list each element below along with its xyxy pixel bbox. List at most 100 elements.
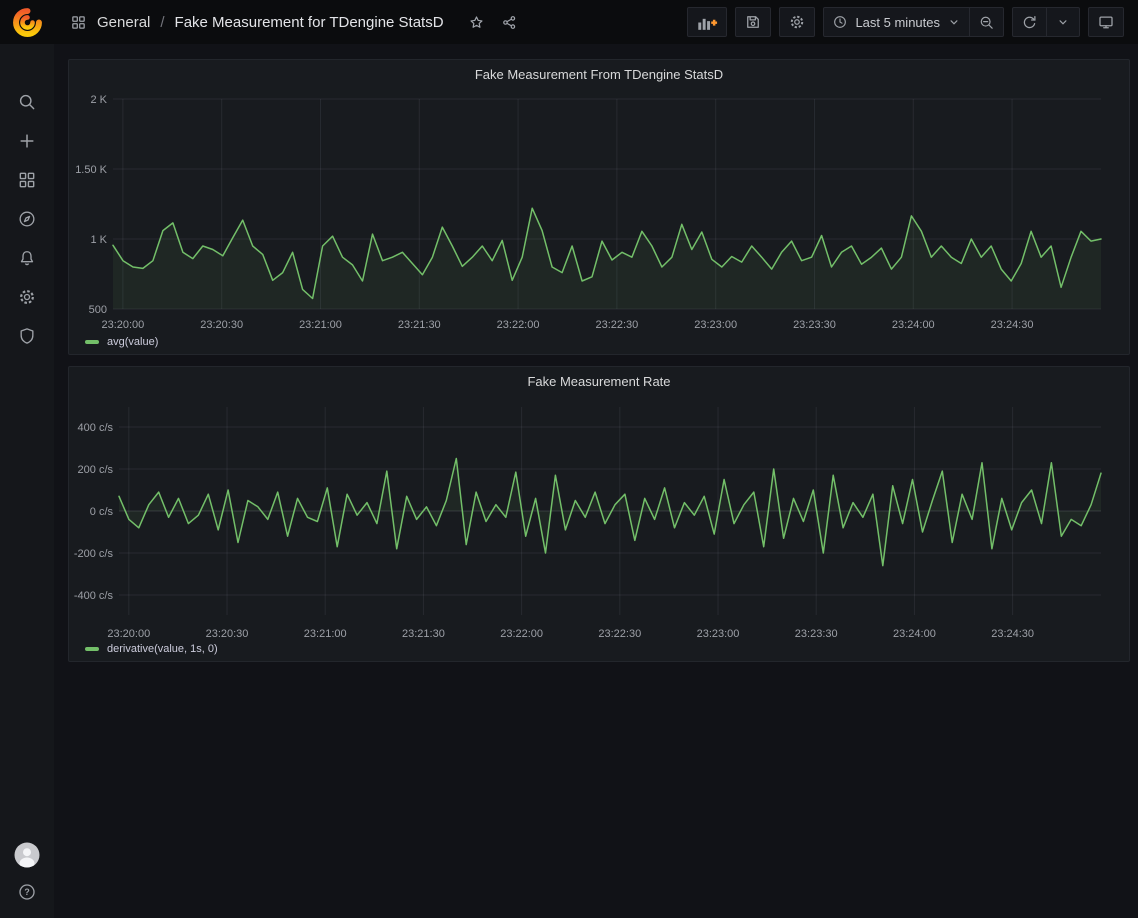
legend-label: avg(value) [107,336,158,348]
svg-text:23:21:30: 23:21:30 [402,628,445,640]
time-picker-button[interactable]: Last 5 minutes [823,7,970,37]
svg-text:23:24:00: 23:24:00 [893,628,936,640]
top-nav-bar: General / Fake Measurement for TDengine … [0,0,1138,44]
grafana-app: General / Fake Measurement for TDengine … [0,0,1138,918]
refresh-interval-dropdown[interactable] [1046,7,1080,37]
star-icon [468,14,485,31]
plus-icon [17,131,37,151]
svg-text:23:21:00: 23:21:00 [299,319,342,331]
sidebar-item-explore[interactable] [7,209,47,229]
svg-text:23:20:00: 23:20:00 [107,628,150,640]
time-series-chart[interactable]: 23:20:00 23:20:30 23:21:00 23:21:30 23:22:00… [69,395,1129,643]
side-menu: ? [0,44,54,918]
svg-text:23:23:00: 23:23:00 [694,319,737,331]
add-panel-icon [696,13,718,32]
svg-text:-200 c/s: -200 c/s [74,548,114,560]
dashboards-grid-icon [70,14,87,31]
clock-icon [832,14,848,30]
svg-text:23:24:00: 23:24:00 [892,319,935,331]
panel-fake-measurement-from-tdengine-statsd: Fake Measurement From TDengine StatsD 23… [68,59,1130,355]
explore-compass-icon [17,209,37,229]
dashboard-settings-button[interactable] [779,7,815,37]
legend: derivative(value, 1s, 0) [85,643,218,655]
series-color-swatch [85,340,99,344]
breadcrumb-separator: / [160,14,164,31]
svg-text:?: ? [24,887,29,897]
share-icon [501,14,518,31]
user-avatar-button[interactable] [7,842,47,868]
time-series-chart[interactable]: 23:20:00 23:20:30 23:21:00 23:21:30 23:22:00… [69,88,1129,336]
zoom-out-button[interactable] [969,7,1004,37]
svg-text:23:22:30: 23:22:30 [595,319,638,331]
dashboard-canvas: Fake Measurement From TDengine StatsD 23… [54,44,1138,918]
help-icon: ? [17,882,37,902]
svg-text:-400 c/s: -400 c/s [74,590,114,602]
configuration-gear-icon [17,287,37,307]
add-panel-button[interactable] [687,7,727,37]
svg-text:23:24:30: 23:24:30 [991,628,1034,640]
svg-text:23:20:00: 23:20:00 [101,319,144,331]
svg-text:2 K: 2 K [90,94,107,106]
grafana-logo[interactable] [0,6,54,39]
refresh-icon [1021,14,1038,31]
breadcrumb: General / Fake Measurement for TDengine … [70,10,522,35]
svg-text:23:22:00: 23:22:00 [497,319,540,331]
chevron-down-icon [1056,15,1070,29]
time-range-label: Last 5 minutes [855,15,940,30]
sidebar-item-server-admin[interactable] [7,326,47,346]
legend-item-derivative[interactable]: derivative(value, 1s, 0) [85,643,218,655]
svg-text:23:21:30: 23:21:30 [398,319,441,331]
svg-text:23:24:30: 23:24:30 [991,319,1034,331]
user-avatar [14,842,40,868]
refresh-group [1012,7,1080,37]
svg-text:23:20:30: 23:20:30 [200,319,243,331]
svg-text:1 K: 1 K [90,234,107,246]
help-button[interactable]: ? [7,882,47,902]
server-admin-shield-icon [17,326,37,346]
save-dashboard-button[interactable] [735,7,771,37]
search-icon [17,92,37,112]
svg-text:23:22:00: 23:22:00 [500,628,543,640]
series-color-swatch [85,647,99,651]
sidebar-item-create[interactable] [7,131,47,151]
sidebar-item-dashboards[interactable] [7,170,47,190]
svg-text:23:20:30: 23:20:30 [206,628,249,640]
svg-text:23:21:00: 23:21:00 [304,628,347,640]
time-picker-group: Last 5 minutes [823,7,1004,37]
share-dashboard-button[interactable] [497,10,522,35]
grafana-flame-icon [11,6,44,39]
sidebar-item-configuration[interactable] [7,287,47,307]
svg-text:23:22:30: 23:22:30 [598,628,641,640]
svg-text:0 c/s: 0 c/s [90,506,114,518]
svg-text:23:23:30: 23:23:30 [795,628,838,640]
sidebar-item-alerting[interactable] [7,248,47,268]
refresh-button[interactable] [1012,7,1047,37]
legend-label: derivative(value, 1s, 0) [107,643,218,655]
zoom-out-icon [978,14,995,31]
alerting-bell-icon [17,248,37,268]
svg-text:200 c/s: 200 c/s [78,464,114,476]
app-body: ? Fake Measurement From TDengine StatsD … [0,44,1138,918]
svg-text:1.50 K: 1.50 K [75,164,107,176]
tv-monitor-icon [1097,13,1115,31]
panel-title[interactable]: Fake Measurement Rate [69,367,1129,395]
legend: avg(value) [85,336,158,348]
side-menu-bottom: ? [7,842,47,918]
svg-text:400 c/s: 400 c/s [78,422,114,434]
panel-title[interactable]: Fake Measurement From TDengine StatsD [69,60,1129,88]
dashboard-toolbar: Last 5 minutes [687,7,1124,37]
svg-text:500: 500 [89,304,107,316]
legend-item-avg-value[interactable]: avg(value) [85,336,158,348]
cycle-view-mode-button[interactable] [1088,7,1124,37]
side-menu-items [7,44,47,346]
dashboards-grid-icon [17,170,37,190]
panel-fake-measurement-rate: Fake Measurement Rate 23:20:0023:20:3023… [68,366,1130,662]
breadcrumb-folder-general[interactable]: General [97,14,150,31]
sidebar-item-search[interactable] [7,92,47,112]
svg-text:23:23:00: 23:23:00 [697,628,740,640]
save-icon [744,13,762,31]
star-dashboard-button[interactable] [464,10,489,35]
svg-text:23:23:30: 23:23:30 [793,319,836,331]
chevron-down-icon [947,15,961,29]
settings-gear-icon [788,13,806,31]
